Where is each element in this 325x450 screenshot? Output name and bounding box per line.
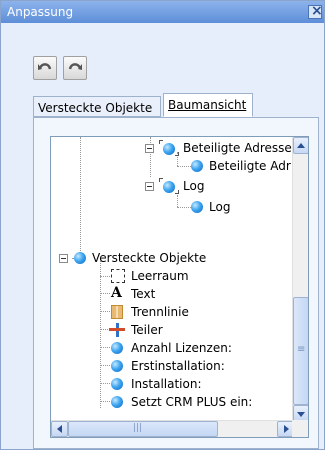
blue-ball-icon [111,360,123,372]
tree-node[interactable]: Teiler [103,322,223,339]
blue-ball-icon [74,252,86,264]
undo-arrow-icon [38,63,52,70]
window-titlebar[interactable]: Anpassung [1,1,324,23]
group-ball-icon [159,140,179,156]
horizontal-scroll-thumb[interactable] [68,421,218,437]
tree-node-label: Trennlinie [131,305,189,319]
tree-node[interactable]: Leerraum [103,268,223,285]
tree-node[interactable]: Trennlinie [103,304,223,321]
tree-node-label: Teiler [131,323,163,337]
tab-hidden-objects[interactable]: Versteckte Objekte [33,96,161,117]
tree-view: Beteiligte Adresse Beteiligte Adr Log Lo… [50,136,309,438]
collapse-icon[interactable] [145,182,154,191]
close-icon[interactable] [308,3,323,19]
tree-node-label: Versteckte Objekte [92,251,207,265]
tree-node-label: Leerraum [131,269,189,283]
tree-node-label: Installation: [131,377,202,391]
tree-line [100,258,101,408]
scroll-up-button[interactable] [293,137,308,154]
tree-line [177,207,191,208]
chevron-up-icon [297,143,305,148]
tab-tree-view[interactable]: Baumansicht [163,93,253,117]
scroll-left-button[interactable] [51,421,68,437]
tree-node[interactable]: A Text [103,285,223,303]
tree-node[interactable]: Log [139,178,259,195]
tree-node-label: Text [131,287,156,301]
tree-node[interactable]: Log [191,199,271,216]
separator-line-icon [111,305,123,319]
window-title: Anpassung [7,5,74,19]
tree-node-label: Setzt CRM PLUS ein: [131,395,253,409]
vertical-scrollbar[interactable] [292,137,308,422]
chevron-down-icon [297,412,305,417]
tree-area: Beteiligte Adresse Beteiligte Adr Log Lo… [51,137,294,422]
tree-node-label: Beteiligte Adr [209,159,291,173]
tree-node[interactable]: Beteiligte Adr [191,158,294,175]
tree-node-label: Log [183,179,205,193]
customization-window: Anpassung Versteckte Objekte Baumansicht [0,0,325,450]
tree-node[interactable]: Installation: [103,376,283,393]
tree-node-label: Log [209,200,231,214]
tree-line [177,166,191,167]
tree-node[interactable]: Setzt CRM PLUS ein: [103,394,293,411]
undo-button[interactable] [33,56,57,80]
blue-ball-icon [111,342,123,354]
tree-node-label: Beteiligte Adresse [183,141,292,155]
tree-line [177,195,178,207]
horizontal-scrollbar[interactable] [51,420,294,437]
tree-node-label: Erstinstallation: [131,359,225,373]
redo-arrow-icon [68,63,82,70]
tab-strip: Versteckte Objekte Baumansicht [33,93,319,117]
blue-ball-icon [111,378,123,390]
tree-line [80,137,81,257]
tree-node[interactable]: Beteiligte Adresse [139,140,292,157]
tree-node[interactable]: Anzahl Lizenzen: [103,340,283,357]
tree-node-label: Anzahl Lizenzen: [131,341,232,355]
scrollbar-corner [292,420,308,437]
chevron-right-icon [284,425,289,433]
chevron-left-icon [57,425,62,433]
tree-node[interactable]: Erstinstallation: [103,358,283,375]
collapse-icon[interactable] [59,254,68,263]
vertical-scroll-thumb[interactable] [293,297,308,405]
splitter-icon [109,323,125,337]
tree-node[interactable]: Versteckte Objekte [59,250,259,267]
group-ball-icon [159,178,179,194]
blue-ball-icon [111,396,123,408]
redo-button[interactable] [63,56,87,80]
blue-ball-icon [191,201,203,213]
space-icon [111,269,125,283]
text-icon: A [111,285,122,301]
tab-panel: Beteiligte Adresse Beteiligte Adr Log Lo… [33,117,319,449]
collapse-icon[interactable] [145,144,154,153]
blue-ball-icon [191,160,203,172]
